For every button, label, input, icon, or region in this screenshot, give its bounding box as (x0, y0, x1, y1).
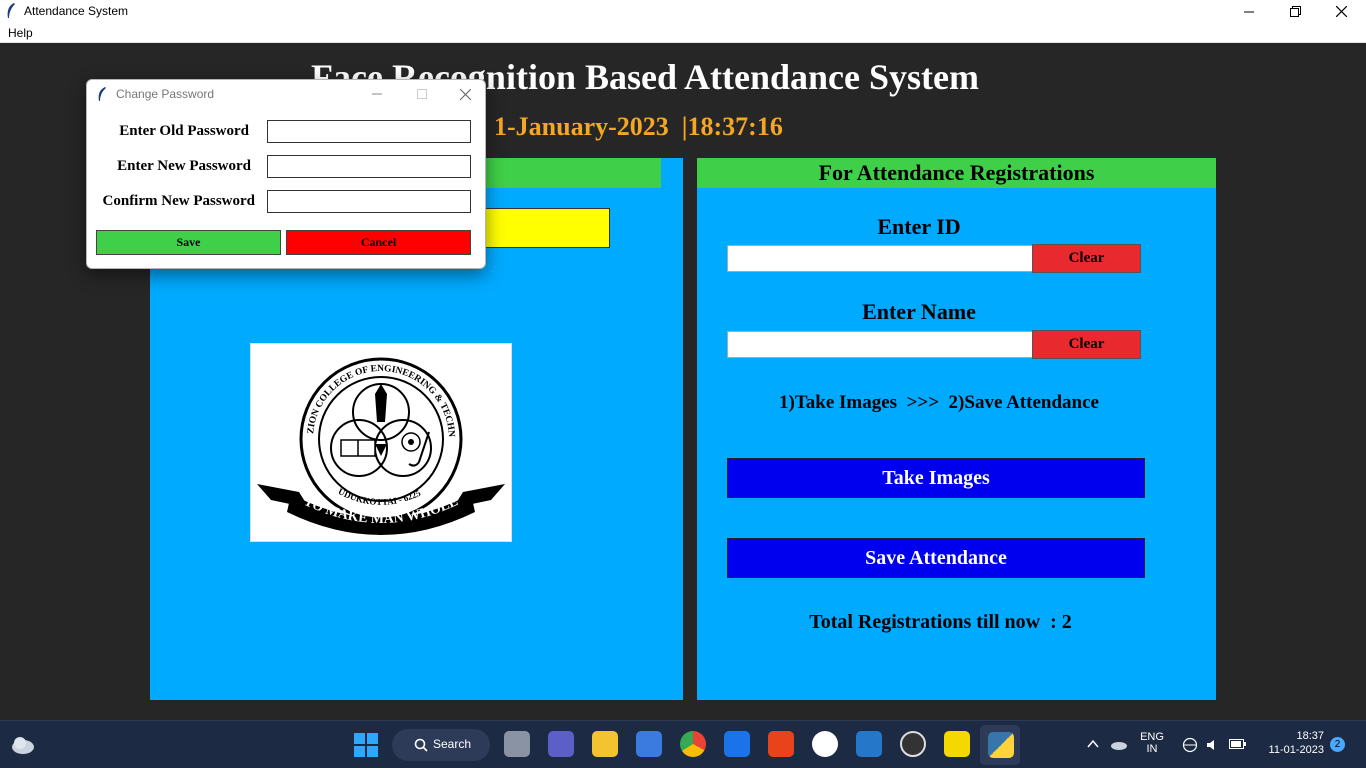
right-panel: For Attendance Registrations Enter ID Cl… (697, 158, 1216, 700)
battery-icon[interactable] (1229, 738, 1247, 750)
college-logo: MOUNT ZION COLLEGE OF ENGINEERING & TECH… (247, 336, 512, 542)
minimize-button[interactable] (1226, 0, 1272, 23)
new-password-label: Enter New Password (117, 158, 251, 174)
old-password-label: Enter Old Password (119, 123, 249, 139)
vscode-icon[interactable] (856, 731, 882, 757)
search-icon (414, 738, 428, 752)
new-password-input[interactable] (267, 155, 471, 178)
task-view-icon[interactable] (504, 731, 530, 757)
minimize-icon (1244, 11, 1254, 12)
menu-bar: Help (0, 23, 1366, 43)
total-registrations-label: Total Registrations till now : 2 (809, 611, 1072, 633)
window-title: Attendance System (24, 4, 129, 18)
maximize-icon (417, 89, 427, 99)
maximize-button[interactable] (1272, 0, 1318, 23)
confirm-password-input[interactable] (267, 190, 471, 213)
menu-help[interactable]: Help (8, 26, 33, 40)
python-icon (988, 732, 1014, 758)
onedrive-icon[interactable] (1110, 737, 1128, 751)
globe-icon[interactable] (1182, 737, 1198, 753)
start-button[interactable] (354, 733, 378, 761)
dialog-minimize-button[interactable] (357, 80, 397, 108)
name-input[interactable] (727, 331, 1033, 358)
obs-icon[interactable] (900, 731, 926, 757)
app-icon[interactable] (812, 731, 838, 757)
weather-widget[interactable] (10, 733, 36, 761)
cloud-icon (12, 737, 34, 754)
notification-badge[interactable]: 2 (1330, 737, 1345, 752)
taskbar-search[interactable]: Search (392, 729, 490, 761)
close-icon (1335, 6, 1347, 17)
dialog-title: Change Password (116, 87, 215, 101)
date-time-label: 1-January-2023 |18:37:16 (494, 112, 783, 141)
dialog-maximize-button[interactable] (402, 80, 442, 108)
taskbar: Search ENG IN 18:37 11-01-2023 2 (0, 720, 1366, 768)
clock-time: 18:37 (1296, 730, 1324, 742)
python-window-button[interactable] (980, 725, 1020, 765)
close-button[interactable] (1318, 0, 1364, 23)
close-icon (459, 88, 471, 100)
chevron-up-icon[interactable] (1087, 739, 1099, 749)
mail-icon[interactable] (724, 731, 750, 757)
right-panel-header: For Attendance Registrations (697, 158, 1216, 188)
sticky-notes-icon[interactable] (944, 731, 970, 757)
dialog-close-button[interactable] (445, 80, 485, 108)
windows-icon (354, 733, 378, 757)
save-button[interactable]: Save (96, 230, 281, 255)
take-images-button[interactable]: Take Images (727, 458, 1145, 498)
restore-icon (1289, 6, 1301, 17)
clear-id-button[interactable]: Clear (1032, 244, 1141, 273)
steps-instruction: 1)Take Images >>> 2)Save Attendance (779, 392, 1099, 413)
office-icon[interactable] (768, 731, 794, 757)
id-input[interactable] (727, 245, 1033, 272)
change-password-dialog: Change Password Enter Old Password Enter… (86, 79, 486, 269)
clock[interactable]: 18:37 11-01-2023 (1258, 730, 1324, 756)
old-password-input[interactable] (267, 120, 471, 143)
meet-icon[interactable] (548, 731, 574, 757)
language-indicator[interactable]: ENG IN (1136, 731, 1168, 755)
confirm-password-label: Confirm New Password (102, 193, 255, 209)
chrome-icon[interactable] (680, 731, 706, 757)
window-titlebar: Attendance System (0, 0, 1366, 23)
region-code: IN (1146, 743, 1158, 755)
clear-name-button[interactable]: Clear (1032, 330, 1141, 359)
feather-icon (98, 87, 106, 101)
college-logo-graphic: MOUNT ZION COLLEGE OF ENGINEERING & TECH… (247, 336, 505, 535)
file-explorer-icon[interactable] (592, 731, 618, 757)
volume-icon[interactable] (1205, 737, 1221, 753)
search-label: Search (433, 737, 472, 751)
store-icon[interactable] (636, 731, 662, 757)
enter-name-label: Enter Name (862, 299, 976, 324)
language-code: ENG (1140, 731, 1164, 743)
save-attendance-button[interactable]: Save Attendance (727, 538, 1145, 578)
feather-icon (7, 3, 15, 18)
minimize-icon (372, 93, 382, 95)
cancel-button[interactable]: Cancel (286, 230, 471, 255)
enter-id-label: Enter ID (877, 214, 961, 239)
clock-date: 11-01-2023 (1268, 744, 1324, 756)
